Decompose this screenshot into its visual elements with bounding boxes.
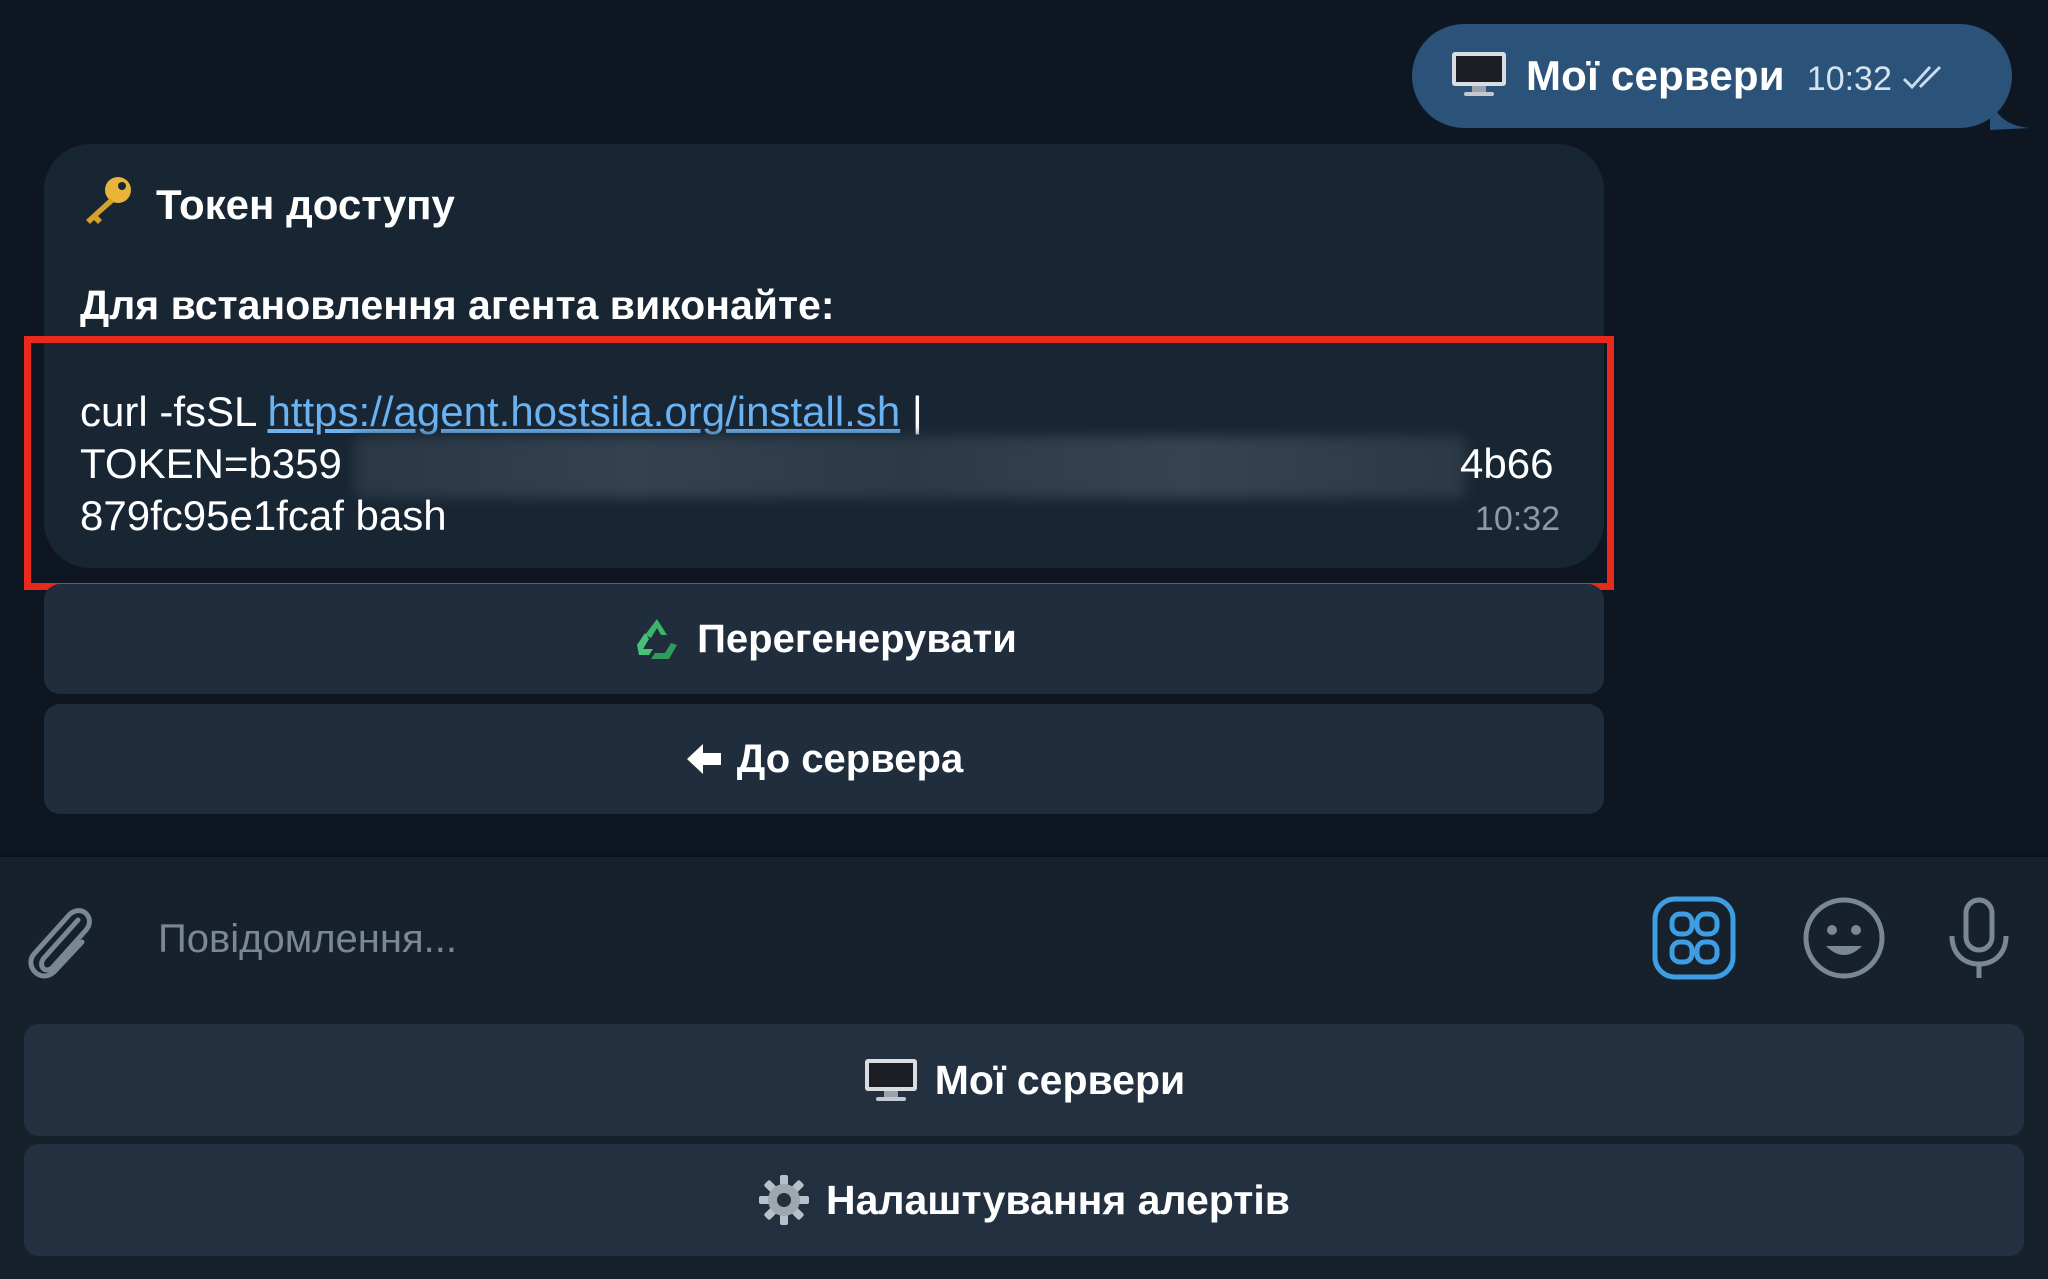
regenerate-label: Перегенерувати (697, 616, 1017, 661)
alert-settings-button[interactable]: Налаштування алертів (24, 1144, 2024, 1256)
recycle-icon (631, 615, 683, 663)
composer-divider (0, 855, 2048, 857)
regenerate-button[interactable]: Перегенерувати (44, 584, 1604, 694)
chat-history: Мої сервери 10:32 Токен доступу Для вста… (0, 0, 2048, 856)
outgoing-message-time: 10:32 (1806, 59, 1892, 98)
message-input[interactable] (156, 906, 1620, 972)
highlight-annotation (24, 336, 1614, 590)
emoji-icon[interactable] (1802, 896, 1886, 985)
bot-commands-icon[interactable] (1652, 896, 1736, 985)
outgoing-message[interactable]: Мої сервери 10:32 (1412, 24, 2012, 128)
paperclip-icon[interactable] (20, 898, 98, 989)
key-icon (80, 174, 136, 236)
bubble-tail (1990, 96, 2030, 130)
monitor-icon (863, 1057, 919, 1103)
instruction-text: Для встановлення агента виконайте: (80, 282, 835, 328)
arrow-left-icon (685, 742, 723, 776)
read-check-icon (1902, 63, 1952, 96)
microphone-icon[interactable] (1944, 896, 2014, 987)
monitor-icon (1450, 50, 1508, 103)
gear-icon (758, 1174, 810, 1226)
message-title: Токен доступу (80, 174, 455, 236)
outgoing-message-text: Мої сервери (1526, 52, 1785, 99)
back-to-server-button[interactable]: До сервера (44, 704, 1604, 814)
my-servers-button[interactable]: Мої сервери (24, 1024, 2024, 1136)
my-servers-label: Мої сервери (934, 1056, 1186, 1103)
message-title-text: Токен доступу (156, 181, 455, 228)
alert-settings-label: Налаштування алертів (826, 1176, 1290, 1223)
back-to-server-label: До сервера (736, 736, 964, 781)
